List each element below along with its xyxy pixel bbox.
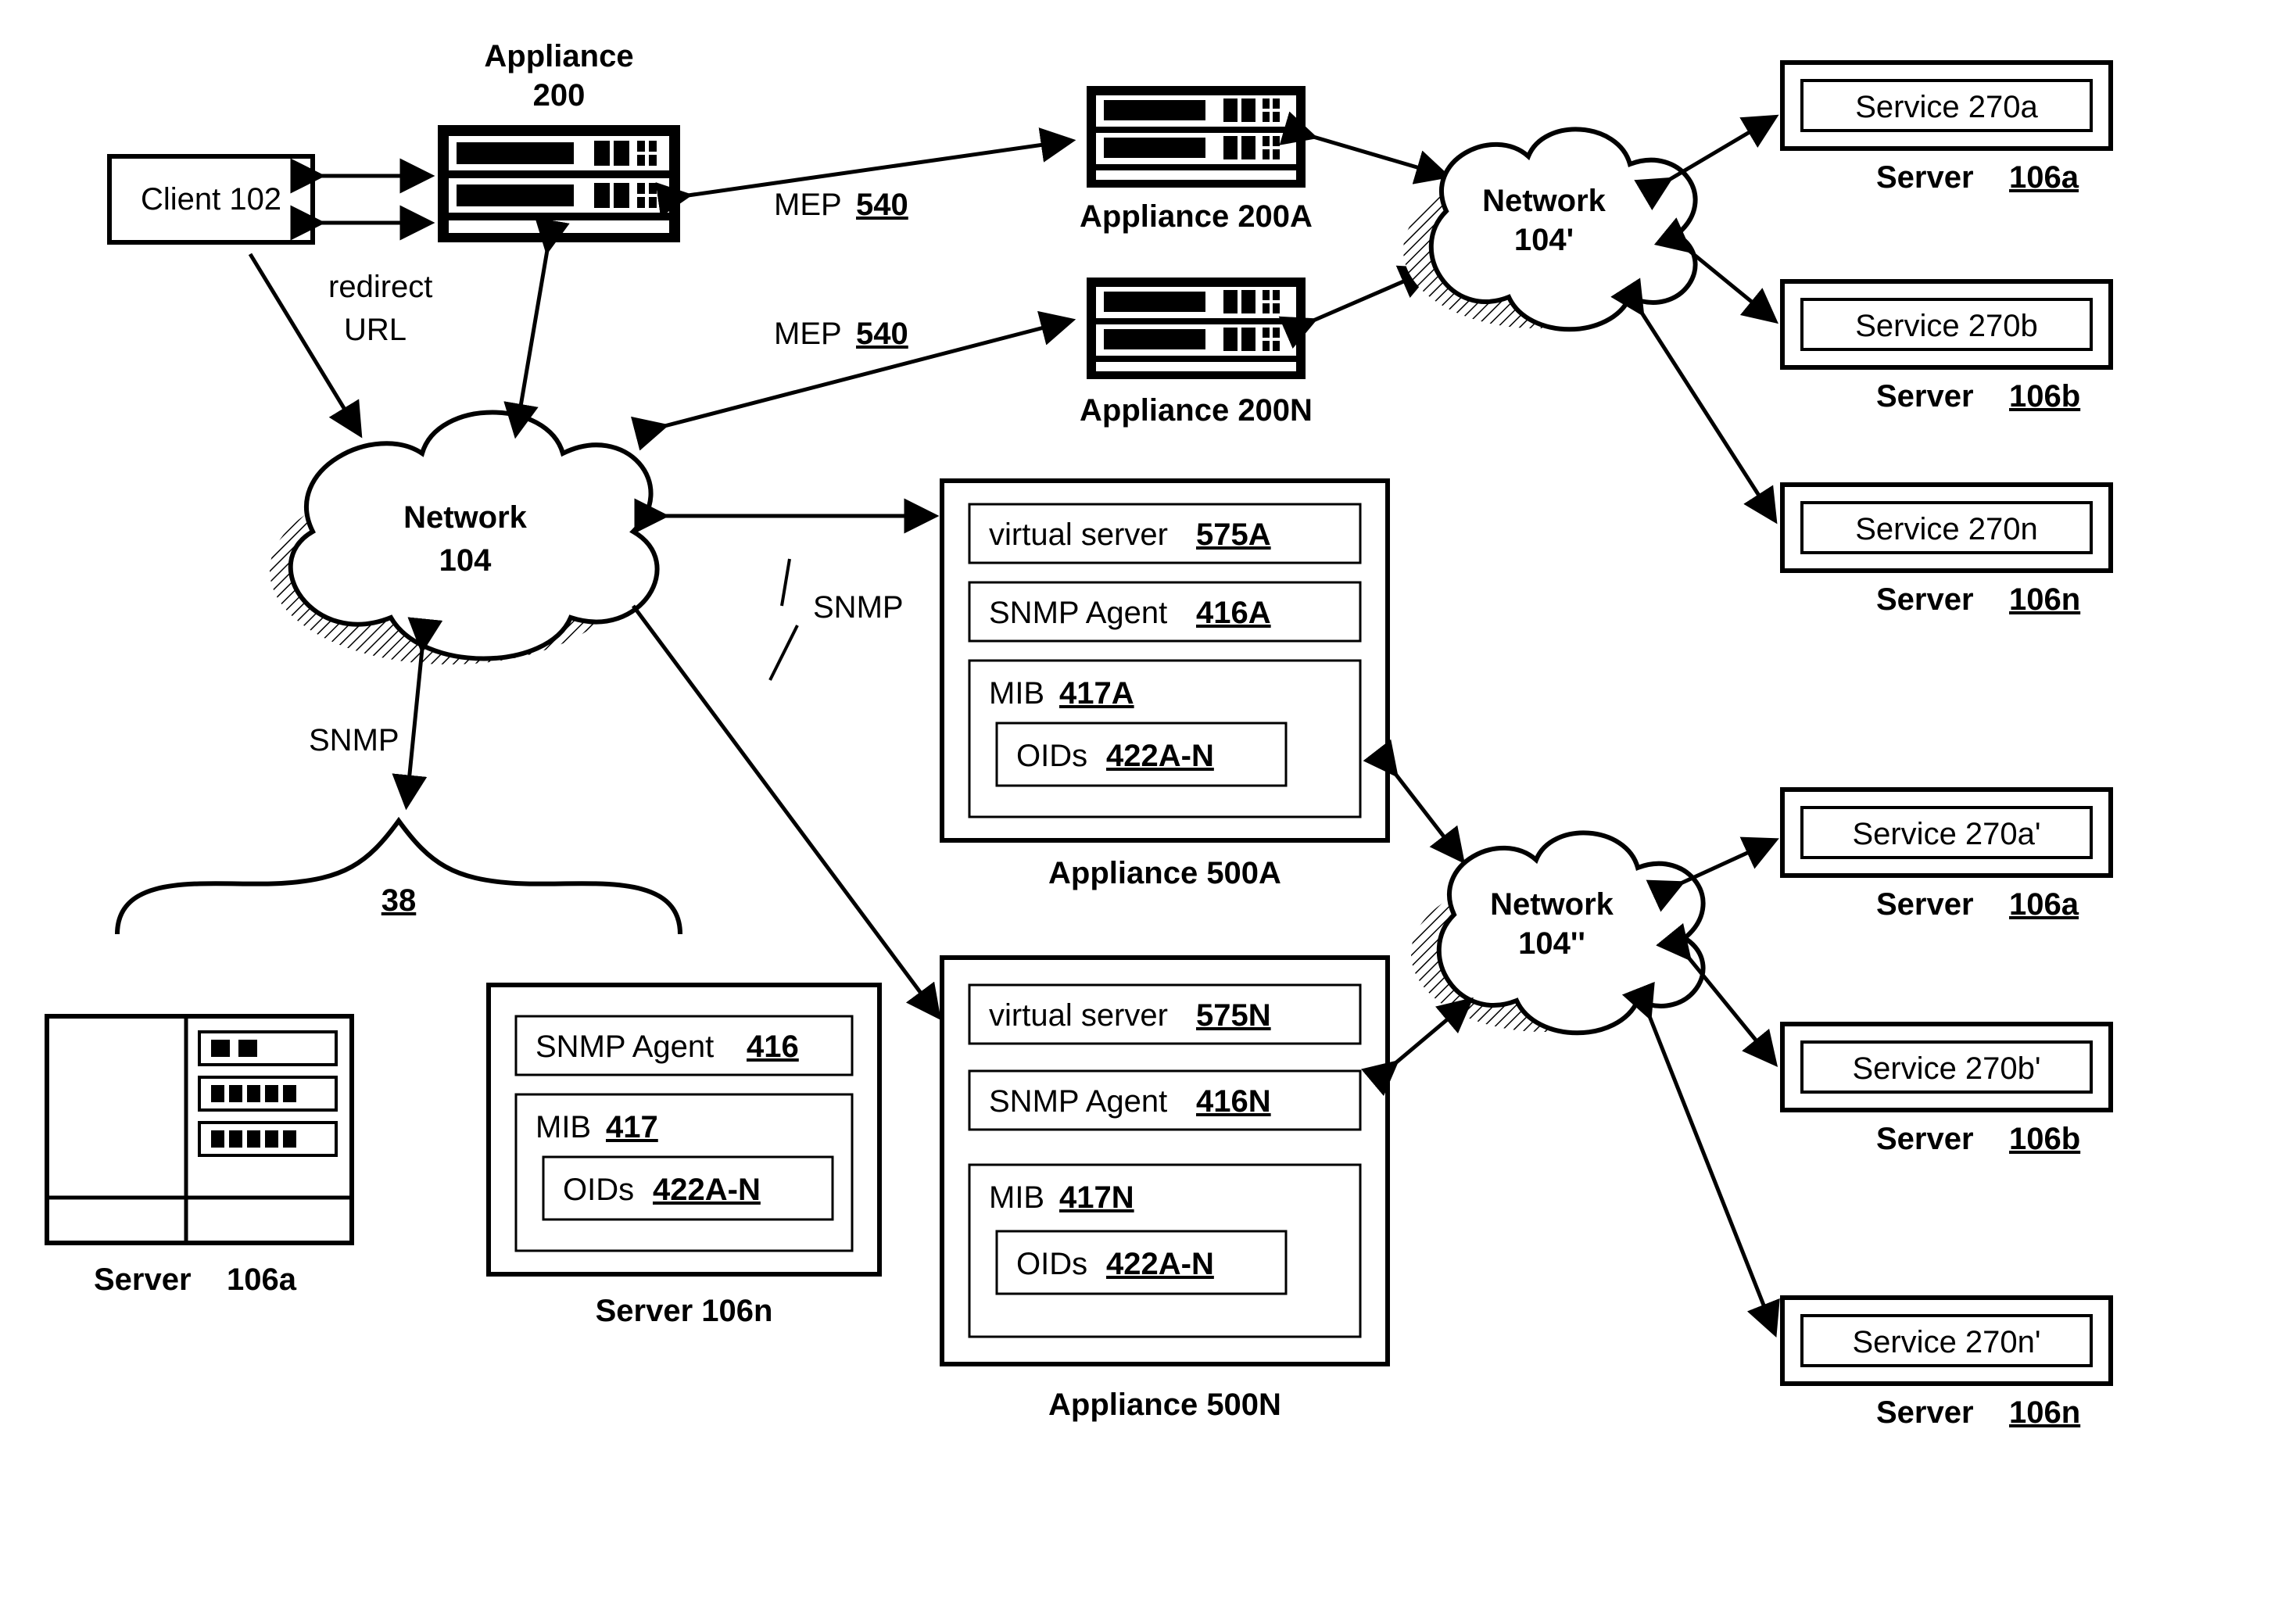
arrow-200a-net2 xyxy=(1313,137,1446,176)
svg-text:106b: 106b xyxy=(2009,1122,2080,1156)
svg-text:540: 540 xyxy=(856,317,908,351)
svg-text:422A-N: 422A-N xyxy=(653,1173,761,1207)
svg-text:redirect: redirect xyxy=(328,270,432,304)
svg-text:MIB: MIB xyxy=(535,1110,591,1144)
svg-text:540: 540 xyxy=(856,188,908,222)
svg-text:Server: Server xyxy=(1876,582,1974,617)
appliance-200: Appliance 200 xyxy=(438,39,680,242)
service-270a-2: Service 270a' Server 106a xyxy=(1782,790,2111,922)
svg-text:Server: Server xyxy=(1876,160,1974,195)
svg-text:416N: 416N xyxy=(1196,1084,1271,1119)
svg-text:Server 106n: Server 106n xyxy=(596,1294,773,1328)
diagram-root: Client 102 Appliance 200 redirect URL Ne… xyxy=(0,0,2296,1608)
svg-text:416A: 416A xyxy=(1196,596,1271,630)
svg-text:MIB: MIB xyxy=(989,676,1044,711)
svg-text:OIDs: OIDs xyxy=(1016,739,1087,773)
svg-text:106a: 106a xyxy=(227,1262,297,1297)
svg-text:Network: Network xyxy=(1482,184,1606,218)
svg-text:virtual server: virtual server xyxy=(989,517,1168,552)
svg-text:Server: Server xyxy=(1876,1122,1974,1156)
svg-text:Server: Server xyxy=(1876,379,1974,414)
arrow-snmp-down xyxy=(407,649,422,805)
svg-text:Server: Server xyxy=(1876,1395,1974,1430)
svg-text:200: 200 xyxy=(533,78,586,113)
svg-text:Server: Server xyxy=(94,1262,192,1297)
svg-text:106n: 106n xyxy=(2009,582,2080,617)
svg-text:OIDs: OIDs xyxy=(1016,1247,1087,1281)
svg-text:MIB: MIB xyxy=(989,1180,1044,1215)
svg-text:106a: 106a xyxy=(2009,887,2079,922)
svg-text:575N: 575N xyxy=(1196,998,1271,1033)
service-270a: Service 270a Server 106a xyxy=(1782,63,2111,195)
service-270b-2: Service 270b' Server 106b xyxy=(1782,1024,2111,1156)
service-270n-2: Service 270n' Server 106n xyxy=(1782,1298,2111,1430)
server-106n-box: SNMP Agent 416 MIB 417 OIDs 422A-N xyxy=(489,985,879,1274)
svg-text:SNMP Agent: SNMP Agent xyxy=(989,596,1167,630)
service-270n: Service 270n Server 106n xyxy=(1782,485,2111,617)
svg-text:SNMP Agent: SNMP Agent xyxy=(989,1084,1167,1119)
client-box: Client 102 xyxy=(109,156,313,242)
svg-text:417: 417 xyxy=(606,1110,658,1144)
server-106a-icon xyxy=(47,1016,352,1243)
client-label: Client 102 xyxy=(141,182,281,217)
service-270b: Service 270b Server 106b xyxy=(1782,281,2111,414)
svg-text:MEP: MEP xyxy=(774,188,842,222)
svg-text:Network: Network xyxy=(1490,887,1614,922)
svg-text:Appliance 500A: Appliance 500A xyxy=(1048,856,1281,890)
svg-text:422A-N: 422A-N xyxy=(1106,1247,1214,1281)
appliance-200n xyxy=(1087,278,1306,379)
svg-text:SNMP: SNMP xyxy=(309,723,399,757)
svg-text:575A: 575A xyxy=(1196,517,1271,552)
network-104p-cloud: Network 104' xyxy=(1403,129,1696,329)
svg-text:104': 104' xyxy=(1514,223,1574,257)
appliance-200a xyxy=(1087,86,1306,188)
svg-text:Service 270a': Service 270a' xyxy=(1852,817,2040,851)
svg-text:104'': 104'' xyxy=(1518,926,1585,961)
svg-text:106a: 106a xyxy=(2009,160,2079,195)
svg-text:106n: 106n xyxy=(2009,1395,2080,1430)
svg-text:URL: URL xyxy=(344,313,407,347)
svg-text:Appliance: Appliance xyxy=(484,39,633,73)
svg-text:Appliance 200N: Appliance 200N xyxy=(1080,393,1313,428)
svg-text:106b: 106b xyxy=(2009,379,2080,414)
svg-text:Service 270n': Service 270n' xyxy=(1852,1325,2040,1359)
brace-shape: 38 xyxy=(117,821,680,934)
svg-text:Service 270b: Service 270b xyxy=(1855,309,2037,343)
svg-text:Server: Server xyxy=(1876,887,1974,922)
svg-text:SNMP: SNMP xyxy=(813,590,904,625)
appliance-500a-box: virtual server 575A SNMP Agent 416A MIB … xyxy=(942,481,1388,840)
svg-text:Service 270a: Service 270a xyxy=(1855,90,2038,124)
svg-text:OIDs: OIDs xyxy=(563,1173,634,1207)
svg-text:38: 38 xyxy=(381,883,417,918)
svg-text:Service 270n: Service 270n xyxy=(1855,512,2037,546)
svg-text:417N: 417N xyxy=(1059,1180,1134,1215)
svg-text:Network: Network xyxy=(403,500,528,535)
svg-text:SNMP Agent: SNMP Agent xyxy=(535,1030,714,1064)
svg-text:virtual server: virtual server xyxy=(989,998,1168,1033)
svg-text:104: 104 xyxy=(439,543,492,578)
appliance-500n-box: virtual server 575N SNMP Agent 416N MIB … xyxy=(942,958,1388,1364)
svg-text:417A: 417A xyxy=(1059,676,1134,711)
svg-text:MEP: MEP xyxy=(774,317,842,351)
svg-text:422A-N: 422A-N xyxy=(1106,739,1214,773)
svg-text:Service 270b': Service 270b' xyxy=(1852,1051,2040,1086)
network-104pp-cloud: Network 104'' xyxy=(1411,833,1703,1033)
arrow-net-500n xyxy=(633,606,938,1016)
network-104-cloud: Network 104 xyxy=(270,413,657,665)
svg-text:Appliance 500N: Appliance 500N xyxy=(1048,1388,1281,1422)
svg-text:Appliance 200A: Appliance 200A xyxy=(1080,199,1313,234)
arrow-appliance-network xyxy=(516,250,547,434)
svg-text:416: 416 xyxy=(747,1030,799,1064)
